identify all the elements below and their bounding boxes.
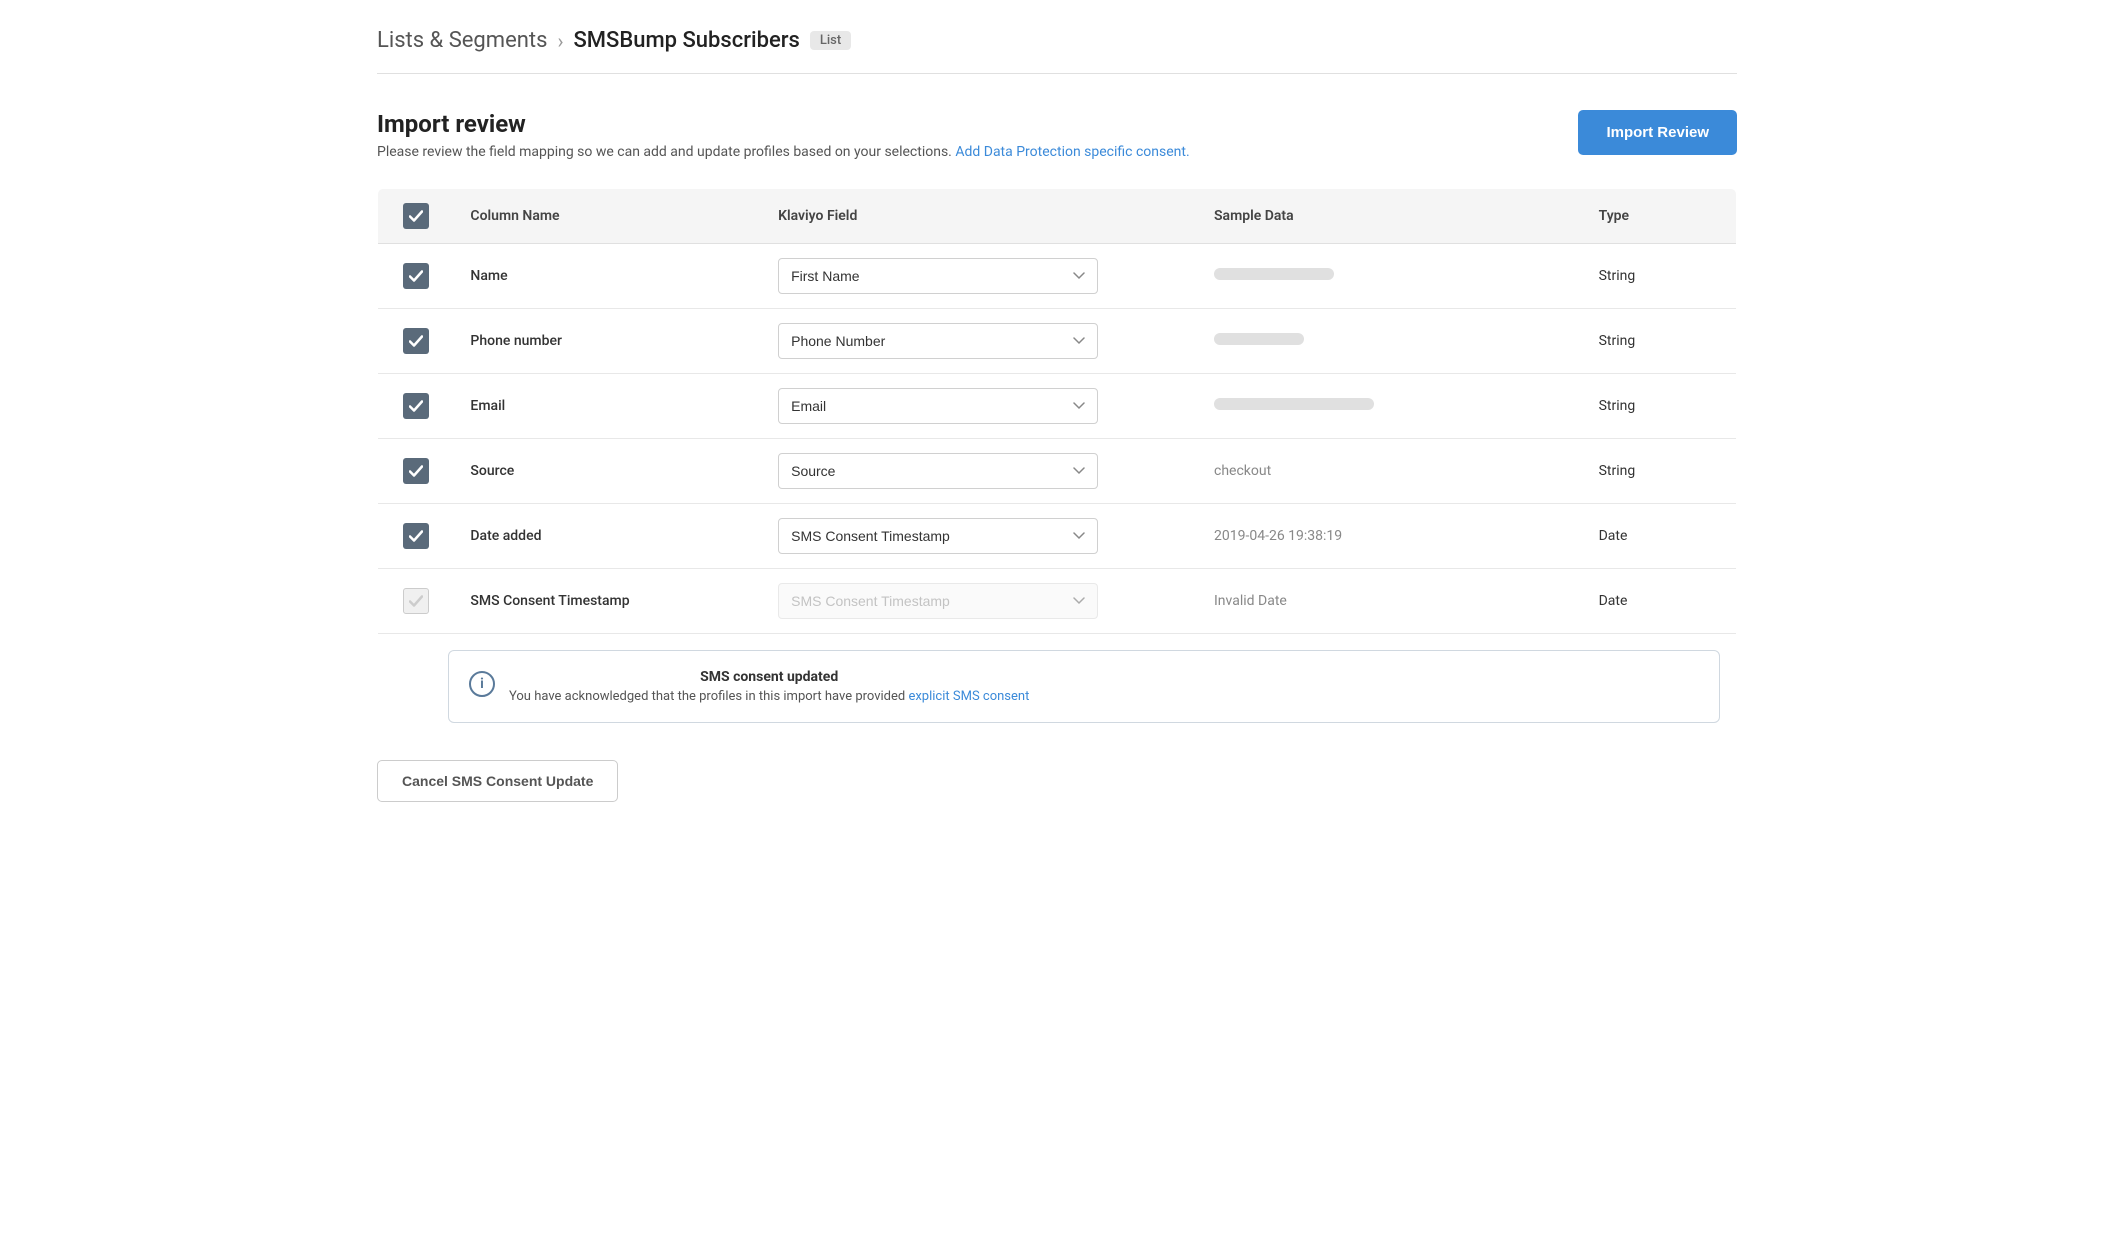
type-cell: String: [1583, 374, 1737, 439]
table-row: Date added SMS Consent TimestampFirst Nam…: [378, 504, 1737, 569]
th-sample-data: Sample Data: [1198, 189, 1583, 244]
klaviyo-field-cell: Phone NumberFirst NameLast NameEmailSour…: [762, 309, 1198, 374]
sample-data-bar: [1214, 333, 1304, 345]
klaviyo-field-select[interactable]: Phone NumberFirst NameLast NameEmailSour…: [778, 323, 1098, 359]
sample-data-text: checkout: [1198, 439, 1583, 504]
th-klaviyo-field: Klaviyo Field: [762, 189, 1198, 244]
column-name-cell: Source: [454, 439, 762, 504]
sample-data-cell: [1198, 374, 1583, 439]
data-protection-link[interactable]: Add Data Protection specific consent.: [955, 144, 1189, 160]
header-row: Import review Please review the field ma…: [377, 110, 1737, 160]
table-row: Name First NameLast NameEmailPhone Number…: [378, 244, 1737, 309]
klaviyo-field-select[interactable]: SMS Consent TimestampFirst NameLast Name…: [778, 518, 1098, 554]
row-checkbox[interactable]: [403, 458, 429, 484]
sample-data-bar: [1214, 398, 1374, 410]
main-content: Import review Please review the field ma…: [377, 74, 1737, 838]
sample-data-text: Invalid Date: [1198, 569, 1583, 634]
sample-data-cell: [1198, 309, 1583, 374]
table-row: SMS Consent Timestamp SMS Consent Timesta…: [378, 569, 1737, 634]
th-column-name: Column Name: [454, 189, 762, 244]
type-cell: Date: [1583, 569, 1737, 634]
klaviyo-field-cell: EmailFirst NameLast NamePhone NumberSour…: [762, 374, 1198, 439]
klaviyo-field-select[interactable]: SourceFirst NameLast NameEmailPhone Numb…: [778, 453, 1098, 489]
breadcrumb-separator: ›: [557, 29, 563, 53]
type-cell: String: [1583, 244, 1737, 309]
th-checkbox-col: [378, 189, 455, 244]
klaviyo-field-select[interactable]: SMS Consent TimestampFirst NameLast Name…: [778, 583, 1098, 619]
breadcrumb: Lists & Segments › SMSBump Subscribers L…: [377, 0, 1737, 73]
mapping-table: Column Name Klaviyo Field Sample Data Ty…: [377, 188, 1737, 740]
column-name-cell: SMS Consent Timestamp: [454, 569, 762, 634]
column-name-cell: Date added: [454, 504, 762, 569]
row-checkbox-cell: [378, 244, 455, 309]
row-checkbox-cell: [378, 309, 455, 374]
column-name-cell: Name: [454, 244, 762, 309]
table-row: Phone number Phone NumberFirst NameLast N…: [378, 309, 1737, 374]
row-checkbox-cell: [378, 439, 455, 504]
th-type: Type: [1583, 189, 1737, 244]
header-description: Please review the field mapping so we ca…: [377, 144, 1190, 160]
sample-data-text: 2019-04-26 19:38:19: [1198, 504, 1583, 569]
import-review-button[interactable]: Import Review: [1578, 110, 1737, 155]
info-cell: i SMS consent updated You have acknowled…: [378, 634, 1737, 740]
klaviyo-field-select[interactable]: First NameLast NameEmailPhone NumberSour…: [778, 258, 1098, 294]
info-icon-letter: i: [480, 676, 484, 692]
row-checkbox[interactable]: [403, 263, 429, 289]
row-checkbox[interactable]: [403, 393, 429, 419]
select-all-checkbox[interactable]: [403, 203, 429, 229]
row-checkbox[interactable]: [403, 588, 429, 614]
klaviyo-field-cell: SMS Consent TimestampFirst NameLast Name…: [762, 504, 1198, 569]
cancel-sms-consent-button[interactable]: Cancel SMS Consent Update: [377, 760, 618, 802]
row-checkbox-cell: [378, 569, 455, 634]
info-description: You have acknowledged that the profiles …: [509, 689, 1029, 704]
info-row: i SMS consent updated You have acknowled…: [378, 634, 1737, 740]
klaviyo-field-cell: First NameLast NameEmailPhone NumberSour…: [762, 244, 1198, 309]
table-header-row: Column Name Klaviyo Field Sample Data Ty…: [378, 189, 1737, 244]
sample-data-cell: [1198, 244, 1583, 309]
sample-data-bar: [1214, 268, 1334, 280]
breadcrumb-badge: List: [810, 31, 851, 50]
type-cell: String: [1583, 439, 1737, 504]
type-cell: Date: [1583, 504, 1737, 569]
klaviyo-field-select[interactable]: EmailFirst NameLast NamePhone NumberSour…: [778, 388, 1098, 424]
info-icon: i: [469, 671, 495, 697]
page-title: Import review: [377, 110, 1190, 138]
row-checkbox[interactable]: [403, 523, 429, 549]
row-checkbox-cell: [378, 504, 455, 569]
column-name-cell: Email: [454, 374, 762, 439]
klaviyo-field-cell: SourceFirst NameLast NameEmailPhone Numb…: [762, 439, 1198, 504]
column-name-cell: Phone number: [454, 309, 762, 374]
info-title: SMS consent updated: [509, 669, 1029, 685]
breadcrumb-current: SMSBump Subscribers: [573, 28, 799, 53]
table-row: Email EmailFirst NameLast NamePhone Numbe…: [378, 374, 1737, 439]
row-checkbox[interactable]: [403, 328, 429, 354]
row-checkbox-cell: [378, 374, 455, 439]
info-content: SMS consent updated You have acknowledge…: [509, 669, 1029, 704]
header-left: Import review Please review the field ma…: [377, 110, 1190, 160]
klaviyo-field-cell: SMS Consent TimestampFirst NameLast Name…: [762, 569, 1198, 634]
info-box: i SMS consent updated You have acknowled…: [448, 650, 1720, 723]
table-row: Source SourceFirst NameLast NameEmailPhon…: [378, 439, 1737, 504]
explicit-sms-consent-link[interactable]: explicit SMS consent: [908, 689, 1029, 704]
breadcrumb-parent[interactable]: Lists & Segments: [377, 28, 547, 53]
type-cell: String: [1583, 309, 1737, 374]
